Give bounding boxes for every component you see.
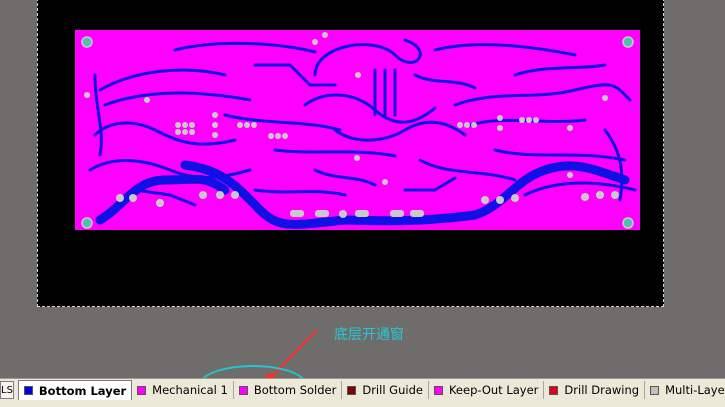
pcb-board[interactable] [75,30,640,230]
bottom-layer-swatch-icon [23,386,33,395]
tab-drill-guide[interactable]: Drill Guide [342,381,429,399]
pcb-workspace[interactable]: 底层开通窗 [0,0,725,384]
tab-label: Bottom Layer [38,383,127,398]
mechanical-swatch-icon [137,385,147,395]
drill-drawing-swatch-icon [549,385,559,395]
tab-multi-layer[interactable]: Multi-Layer [645,381,725,399]
tab-label: Drill Drawing [564,383,640,397]
tab-scroll-left[interactable]: LS [0,381,14,399]
tab-bottom-layer[interactable]: Bottom Layer [17,380,133,400]
tab-label: Drill Guide [362,383,423,397]
tab-keep-out-layer[interactable]: Keep-Out Layer [429,381,545,399]
status-strip [0,400,725,407]
tab-label: Bottom Solder [253,383,337,397]
annotation-label: 底层开通窗 [334,327,404,343]
layer-tab-bar: LS Bottom Layer Mechanical 1 Bottom Sold… [0,378,725,401]
tab-drill-drawing[interactable]: Drill Drawing [544,381,646,399]
tab-mechanical-1[interactable]: Mechanical 1 [132,381,234,399]
tab-label: Mechanical 1 [152,383,228,397]
tab-bottom-solder[interactable]: Bottom Solder [234,381,343,399]
keep-out-swatch-icon [433,385,443,395]
tab-label: Keep-Out Layer [448,383,539,397]
multi-layer-swatch-icon [650,385,660,395]
bottom-solder-swatch-icon [238,385,248,395]
tab-label: Multi-Layer [665,383,725,397]
drill-guide-swatch-icon [347,385,357,395]
